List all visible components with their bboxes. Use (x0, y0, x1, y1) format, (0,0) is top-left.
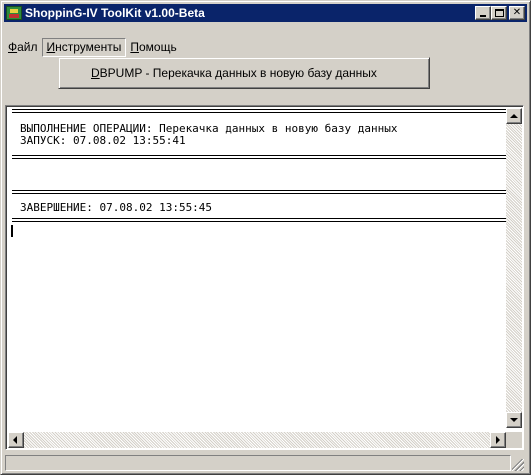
tools-dropdown-menu: DBPUMP - Перекачка данных в новую базу д… (58, 57, 430, 89)
vertical-scrollbar[interactable] (506, 108, 522, 428)
scrollbar-corner (506, 432, 522, 448)
arrow-right-icon (496, 436, 500, 444)
app-window: ShoppinG-IV ToolKit v1.00-Beta ✕ Файл Ин… (0, 0, 531, 475)
menu-item-dbpump[interactable]: DBPUMP - Перекачка данных в новую базу д… (62, 61, 426, 85)
scroll-left-button[interactable] (8, 432, 24, 448)
menu-help-accel: П (130, 40, 139, 54)
text-caret (11, 225, 13, 237)
maximize-icon (494, 9, 504, 17)
arrow-down-icon (510, 418, 518, 422)
menu-file[interactable]: Файл (4, 38, 42, 57)
status-panel (5, 455, 511, 471)
separator-line (12, 155, 506, 159)
separator-line (12, 218, 506, 222)
log-content: ВЫПОЛНЕНИЕ ОПЕРАЦИИ: Перекачка данных в … (8, 108, 506, 428)
separator-line (12, 109, 506, 113)
minimize-icon (480, 15, 486, 17)
close-button[interactable]: ✕ (509, 6, 525, 20)
scroll-down-button[interactable] (506, 412, 522, 428)
title-bar[interactable]: ShoppinG-IV ToolKit v1.00-Beta ✕ (4, 4, 527, 22)
menu-bar: Файл Инструменты Помощь (4, 38, 527, 57)
menu-item-dbpump-label: BPUMP - Перекачка данных в новую базу да… (99, 66, 377, 80)
scroll-right-button[interactable] (490, 432, 506, 448)
window-title: ShoppinG-IV ToolKit v1.00-Beta (25, 6, 205, 20)
arrow-up-icon (510, 114, 518, 118)
status-bar (5, 455, 524, 471)
arrow-left-icon (13, 436, 17, 444)
minimize-button[interactable] (475, 6, 491, 20)
menu-file-accel: Ф (8, 40, 18, 54)
separator-line (12, 190, 506, 194)
log-start-line: ЗАПУСК: 07.08.02 13:55:41 (20, 134, 186, 147)
menu-help-label: омощь (138, 40, 177, 54)
shopping-cart-icon[interactable] (6, 6, 22, 20)
log-area[interactable]: ВЫПОЛНЕНИЕ ОПЕРАЦИИ: Перекачка данных в … (5, 105, 524, 450)
menu-help[interactable]: Помощь (126, 38, 180, 57)
menu-tools-accel: И (46, 40, 56, 54)
window-controls: ✕ (475, 6, 525, 20)
menu-tools-label: нструменты (55, 40, 122, 54)
resize-grip-icon[interactable] (512, 459, 524, 471)
horizontal-scrollbar[interactable] (8, 432, 506, 448)
close-icon: ✕ (512, 7, 522, 18)
menu-item-dbpump-accel: D (91, 66, 100, 80)
scroll-up-button[interactable] (506, 108, 522, 124)
menu-file-label: айл (17, 40, 38, 54)
log-end-line: ЗАВЕРШЕНИЕ: 07.08.02 13:55:45 (20, 201, 213, 214)
menu-tools[interactable]: Инструменты (41, 38, 127, 57)
maximize-button[interactable] (491, 6, 507, 20)
